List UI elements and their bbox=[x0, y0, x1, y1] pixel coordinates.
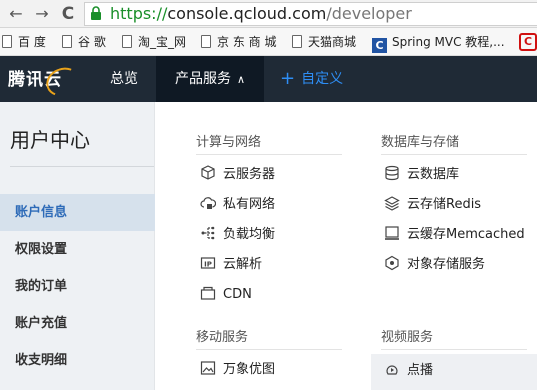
group-title-video: 视频服务 bbox=[381, 330, 434, 345]
service-label: 点播 bbox=[407, 363, 434, 378]
service-cvm[interactable]: 云服务器 bbox=[200, 164, 275, 186]
doc-icon bbox=[201, 35, 211, 48]
lock-icon bbox=[91, 6, 101, 20]
service-label: 万象优图 bbox=[223, 362, 276, 377]
site-logo-icon: C bbox=[372, 38, 387, 53]
service-dns[interactable]: IP 云解析 bbox=[200, 254, 262, 276]
tab-label: 产品服务 bbox=[174, 71, 231, 87]
svg-text:IP: IP bbox=[204, 261, 212, 269]
service-memcached[interactable]: 云缓存Memcached bbox=[384, 224, 525, 246]
sidebar-item-account-info[interactable]: 账户信息 bbox=[0, 194, 155, 231]
reload-icon[interactable]: C bbox=[58, 4, 78, 24]
video-play-icon bbox=[386, 365, 398, 375]
bookmark-jd[interactable]: 京 东 商 城 bbox=[201, 28, 276, 56]
sidebar-item-recharge[interactable]: 账户充值 bbox=[0, 305, 155, 342]
bookmark-label: 百 度 bbox=[18, 35, 46, 49]
logo-swoosh-icon bbox=[42, 63, 84, 101]
bookmark-baidu[interactable]: 百 度 bbox=[2, 28, 46, 56]
bookmark-overflow-icon[interactable]: C bbox=[519, 33, 537, 51]
doc-icon bbox=[122, 35, 132, 48]
divider bbox=[381, 349, 527, 350]
service-label: 云解析 bbox=[223, 257, 263, 272]
cdn-icon bbox=[200, 286, 216, 300]
bookmarks-bar: 百 度 谷 歌 淘_宝_网 京 东 商 城 天猫商城 C Spring MVC 教… bbox=[0, 28, 537, 56]
chevron-up-icon: ∧ bbox=[236, 73, 246, 86]
url-scheme: https:// bbox=[110, 4, 168, 23]
object-storage-icon bbox=[385, 255, 399, 271]
service-clb[interactable]: 负载均衡 bbox=[200, 224, 275, 246]
service-image[interactable]: 万象优图 bbox=[200, 359, 275, 381]
bookmark-google[interactable]: 谷 歌 bbox=[62, 28, 106, 56]
service-cdn[interactable]: CDN bbox=[200, 284, 252, 306]
bookmark-label: Spring MVC 教程,... bbox=[392, 35, 505, 49]
service-label: CDN bbox=[223, 287, 252, 302]
tab-overview[interactable]: 总览 bbox=[96, 56, 152, 102]
cache-icon bbox=[385, 226, 399, 240]
plus-icon: + bbox=[280, 68, 296, 89]
service-cos[interactable]: 对象存储服务 bbox=[384, 254, 485, 276]
load-balancer-icon bbox=[201, 226, 215, 240]
database-icon bbox=[385, 165, 399, 181]
bookmark-label: 天猫商城 bbox=[308, 35, 357, 49]
service-label: 云数据库 bbox=[407, 167, 460, 182]
divider bbox=[381, 154, 527, 155]
forward-icon[interactable]: → bbox=[32, 4, 52, 24]
doc-icon bbox=[62, 35, 72, 48]
cube-icon bbox=[201, 165, 215, 180]
group-title-compute: 计算与网络 bbox=[196, 135, 262, 150]
bookmark-tmall[interactable]: 天猫商城 bbox=[292, 28, 356, 56]
service-label: 云缓存Memcached bbox=[407, 227, 525, 242]
sidebar-title: 用户中心 bbox=[10, 128, 90, 152]
address-bar: ← → C https://console.qcloud.com/develop… bbox=[0, 0, 537, 28]
sidebar-item-billing[interactable]: 收支明细 bbox=[0, 342, 155, 379]
doc-icon bbox=[2, 35, 12, 48]
service-label: 负载均衡 bbox=[223, 227, 276, 242]
sidebar-item-orders[interactable]: 我的订单 bbox=[0, 268, 155, 305]
image-icon bbox=[200, 361, 216, 375]
divider bbox=[10, 166, 154, 167]
tab-products[interactable]: 产品服务 ∧ bbox=[156, 56, 264, 102]
group-title-database: 数据库与存储 bbox=[381, 135, 460, 150]
group-title-mobile: 移动服务 bbox=[196, 330, 249, 345]
back-icon[interactable]: ← bbox=[6, 4, 26, 24]
tab-customize[interactable]: + 自定义 bbox=[280, 56, 343, 102]
bookmark-label: 谷 歌 bbox=[78, 35, 106, 49]
url-host: console.qcloud.com bbox=[167, 4, 327, 23]
service-cdb[interactable]: 云数据库 bbox=[384, 164, 459, 186]
doc-icon bbox=[292, 35, 302, 48]
products-dropdown: 计算与网络 云服务器 私有网络 负载均衡 IP 云解析 CDN 数据库与存储 云数… bbox=[156, 102, 537, 390]
url-path: /developer bbox=[326, 4, 412, 23]
service-redis[interactable]: 云存储Redis bbox=[384, 194, 481, 216]
service-label: 私有网络 bbox=[223, 197, 276, 212]
url-text[interactable]: https://console.qcloud.com/developer bbox=[110, 2, 412, 26]
tab-label: 总览 bbox=[110, 71, 138, 87]
bookmark-label: 淘_宝_网 bbox=[138, 35, 187, 49]
layers-icon bbox=[384, 196, 400, 211]
bookmark-taobao[interactable]: 淘_宝_网 bbox=[122, 28, 186, 56]
divider bbox=[196, 154, 342, 155]
cloud-lock-icon bbox=[200, 197, 216, 209]
console-top-nav: 腾讯云 总览 产品服务 ∧ + 自定义 bbox=[0, 56, 537, 102]
service-label: 云服务器 bbox=[223, 167, 276, 182]
service-vpc[interactable]: 私有网络 bbox=[200, 194, 275, 216]
brand-logo[interactable]: 腾讯云 bbox=[8, 63, 84, 101]
divider bbox=[196, 349, 342, 350]
sidebar-item-permissions[interactable]: 权限设置 bbox=[0, 231, 155, 268]
bookmark-spring-mvc[interactable]: C Spring MVC 教程,... bbox=[372, 28, 505, 56]
dns-icon: IP bbox=[200, 257, 216, 269]
service-vod[interactable]: 点播 bbox=[384, 360, 433, 382]
sidebar: 用户中心 账户信息 权限设置 我的订单 账户充值 收支明细 bbox=[0, 102, 155, 390]
service-label: 对象存储服务 bbox=[407, 257, 486, 272]
tab-label: 自定义 bbox=[301, 71, 344, 87]
service-label: 云存储Redis bbox=[407, 197, 482, 212]
bookmark-label: 京 东 商 城 bbox=[217, 35, 277, 49]
